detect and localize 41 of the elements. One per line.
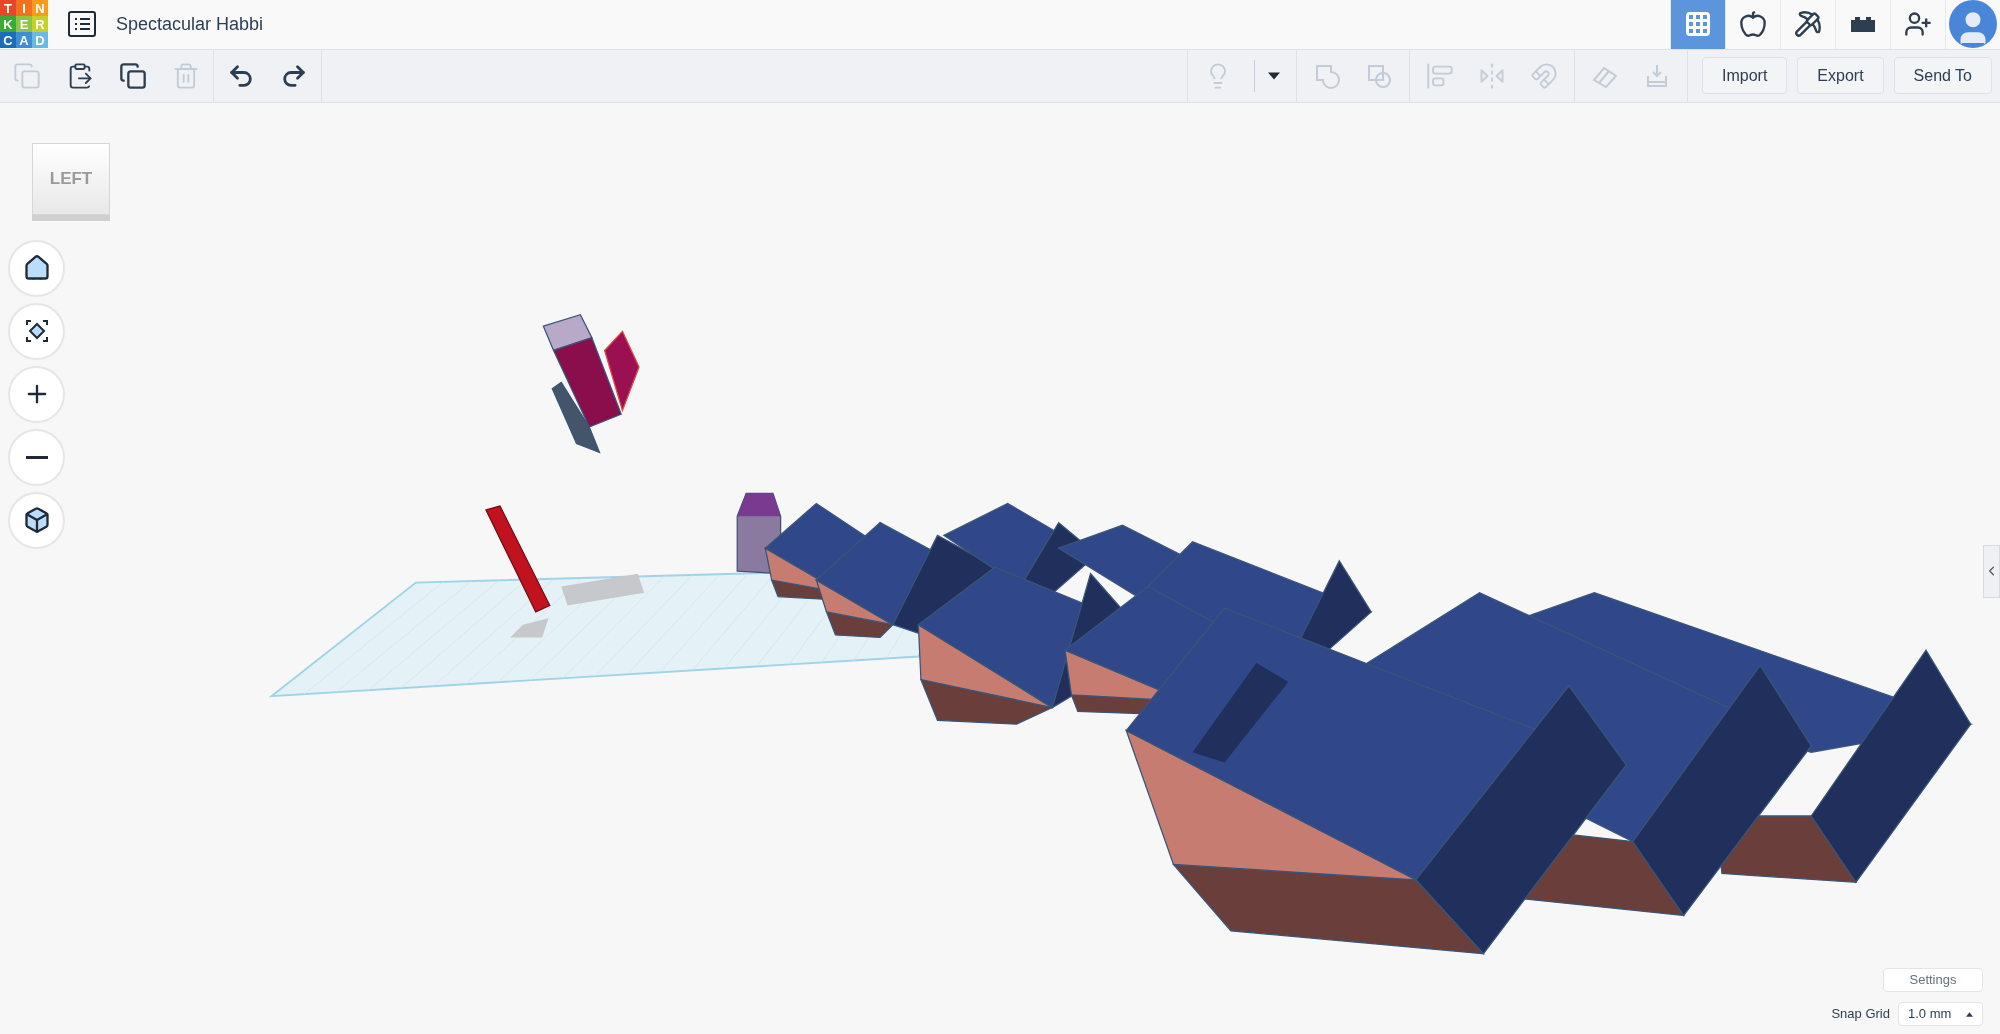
zoom-in-button[interactable] [8,365,65,423]
logo-letter: D [32,32,48,48]
avatar-icon [1949,0,1997,49]
mirror-icon [1478,61,1506,90]
design-title[interactable]: Spectacular Habbi [116,10,264,38]
toolbar-button[interactable] [1254,59,1282,92]
apple-icon [1739,10,1767,39]
caret-icon [1966,1011,1973,1017]
home-icon [22,254,51,283]
logo-letter: A [16,32,32,48]
logo-letter: T [0,0,16,16]
action-button[interactable]: Export [1797,57,1884,95]
view-cube-label: LEFT [49,168,93,191]
align-icon [1426,61,1454,90]
fit-button[interactable] [8,302,65,360]
duplicate-icon [119,61,147,90]
app-logo[interactable]: T I N K E R C A D [0,0,48,48]
logo-letter: E [16,16,32,32]
magnet-icon [1530,61,1558,90]
home-button[interactable] [8,239,65,297]
ortho-button[interactable] [8,491,65,549]
grid-icon [1684,10,1712,39]
add-user-icon [1904,10,1932,39]
logo-letter: K [0,16,16,32]
snap-grid-label: Snap Grid [1831,1005,1890,1024]
pickaxe-icon [1794,10,1822,39]
caret-icon [1268,71,1281,80]
logo-letter: I [16,0,32,16]
zoom-out-icon [25,455,48,459]
logo-letter: R [32,16,48,32]
ortho-view-icon [22,506,51,535]
design-list-icon[interactable] [68,11,96,38]
delete-icon [172,61,200,90]
action-button[interactable]: Send To [1893,57,1992,95]
snap-grid-select[interactable]: 1.0 mm [1898,1002,1983,1026]
settings-button[interactable]: Settings [1883,968,1983,992]
logo-letter: C [0,32,16,48]
copy-icon [13,61,41,90]
brick-icon [1849,14,1877,35]
action-button[interactable]: Import [1702,57,1788,95]
logo-letter: N [32,0,48,16]
